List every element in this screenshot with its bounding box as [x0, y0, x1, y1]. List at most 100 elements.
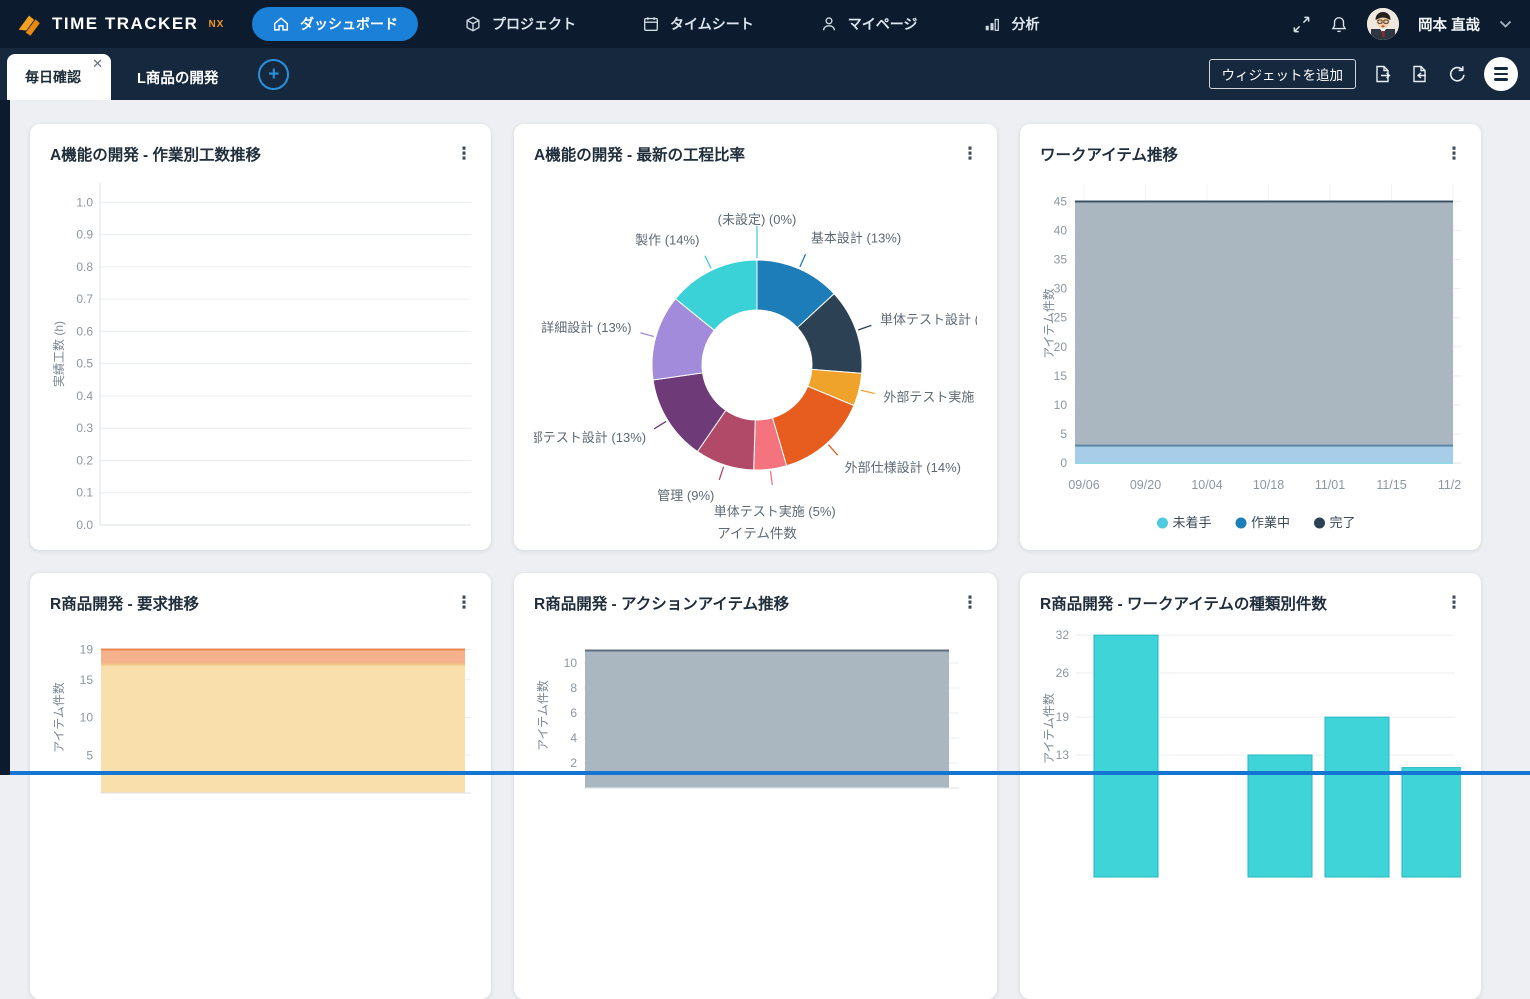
bottom-scroll-indicator — [10, 771, 1530, 775]
kebab-menu-icon[interactable]: ⋮ — [1443, 144, 1465, 164]
bar-chart-icon — [983, 15, 1001, 33]
logo-icon — [14, 9, 44, 39]
svg-text:32: 32 — [1056, 628, 1070, 642]
svg-text:基本設計 (13%): 基本設計 (13%) — [811, 231, 901, 246]
svg-text:19: 19 — [1056, 710, 1070, 724]
widget-card-process-ratio: A機能の開発 - 最新の工程比率 ⋮ 基本設計 (13%)単体テスト設計 (13… — [514, 124, 997, 550]
svg-text:15: 15 — [1054, 369, 1068, 383]
chart-workitem-trend: 051015202530354045アイテム件数09/0609/2010/041… — [1040, 171, 1461, 541]
chart-work-hours-trend: 1.00.90.80.70.60.50.40.30.20.10.0実績工数 (h… — [50, 171, 471, 541]
svg-text:単体テスト実施 (5%): 単体テスト実施 (5%) — [714, 504, 836, 519]
svg-text:11/01: 11/01 — [1315, 478, 1345, 492]
svg-text:外部テスト設計 (13%): 外部テスト設計 (13%) — [534, 430, 646, 445]
nav-item-analysis[interactable]: 分析 — [963, 7, 1059, 41]
svg-text:アイテム件数: アイテム件数 — [535, 680, 550, 751]
svg-text:11/29: 11/29 — [1438, 478, 1461, 492]
svg-text:1.0: 1.0 — [76, 195, 93, 209]
kebab-menu-icon[interactable]: ⋮ — [959, 144, 981, 164]
widget-card-requirement-trend: R商品開発 - 要求推移 ⋮ 5101519アイテム件数 — [30, 573, 491, 999]
widget-title: ワークアイテム推移 — [1040, 143, 1443, 165]
hamburger-menu-button[interactable] — [1484, 57, 1518, 91]
add-tab-button[interactable]: + — [258, 59, 289, 90]
svg-text:外部仕様設計 (14%): 外部仕様設計 (14%) — [845, 460, 961, 475]
chart-process-ratio-donut: 基本設計 (13%)単体テスト設計 (13%)外部テスト実施 (5%)外部仕様設… — [534, 171, 977, 543]
widget-title: A機能の開発 - 作業別工数推移 — [50, 143, 453, 165]
nav-label: 分析 — [1011, 14, 1039, 34]
user-name[interactable]: 岡本 直哉 — [1418, 14, 1480, 35]
svg-text:アイテム件数: アイテム件数 — [1041, 693, 1056, 764]
svg-text:5: 5 — [86, 748, 93, 762]
kebab-menu-icon[interactable]: ⋮ — [1443, 593, 1465, 613]
close-icon[interactable]: ✕ — [92, 57, 103, 70]
tab-label: 毎日確認 — [25, 67, 81, 87]
svg-text:40: 40 — [1054, 224, 1068, 238]
widget-title: R商品開発 - アクションアイテム推移 — [534, 592, 959, 614]
widget-card-work-hours-trend: A機能の開発 - 作業別工数推移 ⋮ 1.00.90.80.70.60.50.4… — [30, 124, 491, 550]
nav-item-mypage[interactable]: マイページ — [800, 7, 938, 41]
left-edge-strip — [0, 100, 10, 775]
svg-text:09/20: 09/20 — [1130, 478, 1161, 492]
widget-card-action-item-trend: R商品開発 - アクションアイテム推移 ⋮ 246810アイテム件数 — [514, 573, 997, 999]
kebab-menu-icon[interactable]: ⋮ — [453, 593, 475, 613]
svg-text:作業中: 作業中 — [1251, 515, 1290, 530]
svg-text:製作 (14%): 製作 (14%) — [635, 232, 699, 247]
home-icon — [272, 15, 290, 33]
nav-item-timesheet[interactable]: タイムシート — [622, 7, 774, 41]
svg-text:5: 5 — [1060, 427, 1067, 441]
svg-text:11/15: 11/15 — [1376, 478, 1406, 492]
bell-icon[interactable] — [1330, 15, 1348, 34]
svg-text:0.7: 0.7 — [76, 292, 93, 306]
svg-text:6: 6 — [570, 706, 577, 720]
svg-text:4: 4 — [570, 731, 577, 745]
main-nav: ダッシュボード プロジェクト タイムシート マイページ — [252, 7, 1085, 41]
svg-text:0.6: 0.6 — [76, 324, 93, 338]
tabbar-controls: ウィジェットを追加 — [1209, 48, 1519, 100]
svg-text:実績工数 (h): 実績工数 (h) — [51, 321, 66, 387]
tab-l-product[interactable]: L商品の開発 — [111, 54, 244, 100]
svg-text:0: 0 — [1060, 456, 1067, 470]
svg-text:13: 13 — [1056, 748, 1070, 762]
top-navigation-bar: TIME TRACKER NX ダッシュボード プロジェクト タイムシート — [0, 0, 1530, 48]
svg-text:未着手: 未着手 — [1173, 515, 1212, 530]
svg-text:0.8: 0.8 — [76, 260, 93, 274]
svg-text:アイテム件数: アイテム件数 — [717, 526, 797, 541]
export-icon[interactable] — [1373, 64, 1393, 84]
svg-text:45: 45 — [1054, 194, 1068, 208]
svg-text:管理 (9%): 管理 (9%) — [657, 488, 714, 503]
avatar[interactable] — [1367, 8, 1399, 40]
expand-icon[interactable] — [1292, 15, 1311, 34]
svg-text:単体テスト設計 (13%): 単体テスト設計 (13%) — [880, 312, 977, 327]
refresh-icon[interactable] — [1447, 64, 1467, 84]
nav-label: ダッシュボード — [300, 14, 398, 34]
svg-text:完了: 完了 — [1330, 515, 1356, 530]
tab-daily-check[interactable]: 毎日確認 ✕ — [7, 54, 111, 100]
kebab-menu-icon[interactable]: ⋮ — [959, 593, 981, 613]
chevron-down-icon[interactable] — [1499, 20, 1512, 29]
kebab-menu-icon[interactable]: ⋮ — [453, 144, 475, 164]
logo-text: TIME TRACKER — [52, 14, 198, 34]
svg-text:09/06: 09/06 — [1068, 478, 1099, 492]
nav-item-project[interactable]: プロジェクト — [444, 7, 596, 41]
logo-suffix: NX — [208, 19, 224, 30]
app-logo[interactable]: TIME TRACKER NX — [0, 9, 252, 39]
svg-text:19: 19 — [80, 643, 94, 657]
svg-text:2: 2 — [570, 756, 577, 770]
svg-text:0.1: 0.1 — [76, 486, 93, 500]
svg-text:詳細設計 (13%): 詳細設計 (13%) — [541, 320, 631, 335]
svg-text:0.2: 0.2 — [76, 453, 93, 467]
svg-text:35: 35 — [1054, 253, 1068, 267]
calendar-icon — [642, 15, 660, 33]
nav-label: タイムシート — [670, 14, 754, 34]
add-widget-button[interactable]: ウィジェットを追加 — [1209, 59, 1357, 89]
svg-text:10/18: 10/18 — [1253, 478, 1284, 492]
import-icon[interactable] — [1410, 64, 1430, 84]
nav-item-dashboard[interactable]: ダッシュボード — [252, 7, 418, 41]
svg-text:(未設定) (0%): (未設定) (0%) — [718, 212, 797, 227]
widget-card-workitem-trend: ワークアイテム推移 ⋮ 051015202530354045アイテム件数09/0… — [1020, 124, 1481, 550]
svg-text:15: 15 — [80, 673, 94, 687]
svg-text:アイテム件数: アイテム件数 — [51, 682, 66, 753]
svg-text:8: 8 — [570, 681, 577, 695]
svg-text:0.9: 0.9 — [76, 228, 93, 242]
tab-label: L商品の開発 — [137, 67, 218, 88]
chart-requirement-trend: 5101519アイテム件数 — [50, 620, 471, 990]
